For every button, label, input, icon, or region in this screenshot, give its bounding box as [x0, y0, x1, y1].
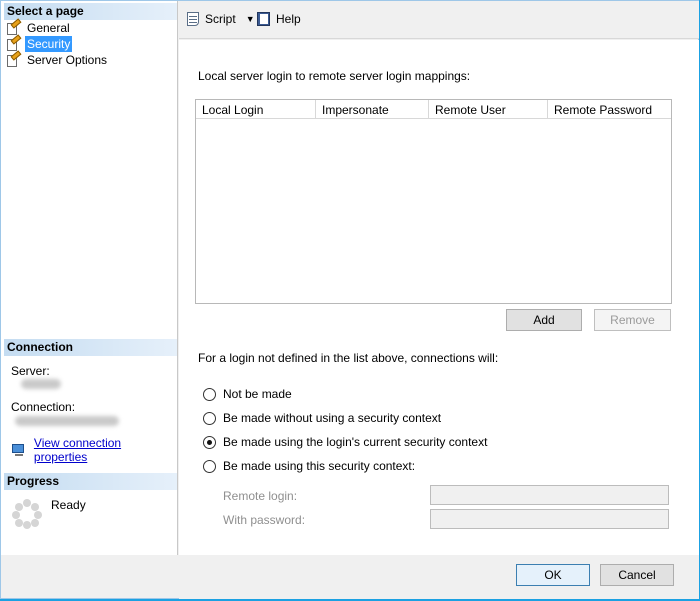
with-password-field[interactable] — [430, 509, 669, 529]
with-password-label: With password: — [223, 513, 306, 527]
radio-this-security-context[interactable]: Be made using this security context: — [203, 459, 415, 473]
server-label: Server: — [11, 364, 50, 378]
radio-button[interactable] — [203, 387, 216, 401]
mappings-label: Local server login to remote server logi… — [198, 69, 471, 83]
linked-server-properties-dialog: Select a page General Security Server Op… — [0, 0, 699, 599]
page-item-server-options[interactable]: Server Options — [6, 50, 109, 68]
page-item-security[interactable]: Security — [6, 34, 73, 52]
toolbar: Script ▼ Help — [179, 1, 699, 39]
chevron-down-icon[interactable]: ▼ — [246, 14, 255, 24]
page-wrench-icon — [6, 18, 22, 35]
view-connection-properties[interactable]: View connection properties — [12, 436, 177, 464]
grid-header: Local Login Impersonate Remote User Remo… — [196, 100, 671, 119]
select-page-header: Select a page — [4, 3, 177, 20]
connection-label: Connection: — [11, 400, 76, 414]
radio-without-security-context[interactable]: Be made without using a security context — [203, 411, 441, 425]
radio-button-checked[interactable] — [203, 435, 216, 449]
column-header-local-login[interactable]: Local Login — [196, 100, 316, 118]
help-button[interactable]: Help — [256, 11, 301, 27]
for-login-label: For a login not defined in the list abov… — [198, 351, 499, 365]
radio-button[interactable] — [203, 459, 216, 473]
radio-label: Not be made — [223, 387, 292, 401]
page-item-label: Security — [25, 36, 73, 52]
script-label: Script — [205, 12, 236, 26]
view-connection-properties-link[interactable]: View connection properties — [34, 436, 177, 464]
column-header-remote-password[interactable]: Remote Password — [548, 100, 671, 118]
ok-button[interactable]: OK — [516, 564, 590, 586]
progress-header: Progress — [4, 473, 177, 490]
radio-label: Be made using the login's current securi… — [223, 435, 488, 449]
page-wrench-icon — [6, 50, 22, 67]
cancel-button[interactable]: Cancel — [600, 564, 674, 586]
help-label: Help — [276, 12, 301, 26]
progress-status: Ready — [51, 498, 86, 512]
script-icon — [185, 11, 201, 27]
network-computer-icon — [12, 443, 28, 457]
page-item-label: General — [27, 21, 70, 35]
radio-button[interactable] — [203, 411, 216, 425]
connection-header: Connection — [4, 339, 177, 356]
remote-login-field[interactable] — [430, 485, 669, 505]
add-button[interactable]: Add — [506, 309, 582, 331]
radio-current-security-context[interactable]: Be made using the login's current securi… — [203, 435, 487, 449]
column-header-impersonate[interactable]: Impersonate — [316, 100, 429, 118]
radio-label: Be made using this security context: — [223, 459, 416, 473]
help-book-icon — [256, 11, 272, 27]
connection-value-redacted — [15, 416, 119, 426]
remove-button[interactable]: Remove — [594, 309, 671, 331]
remote-login-label: Remote login: — [223, 489, 298, 503]
login-mappings-grid[interactable]: Local Login Impersonate Remote User Remo… — [195, 99, 672, 304]
column-header-remote-user[interactable]: Remote User — [429, 100, 548, 118]
radio-not-be-made[interactable]: Not be made — [203, 387, 292, 401]
script-button[interactable]: Script ▼ — [185, 11, 255, 27]
server-value-redacted — [21, 379, 61, 389]
security-page: Local server login to remote server logi… — [179, 40, 699, 555]
page-item-label: Server Options — [27, 53, 108, 67]
progress-spinner-icon — [12, 499, 42, 529]
left-panel: Select a page General Security Server Op… — [1, 1, 178, 555]
dialog-footer: OK Cancel — [179, 555, 699, 599]
page-wrench-icon — [6, 34, 22, 51]
radio-label: Be made without using a security context — [223, 411, 442, 425]
page-item-general[interactable]: General — [6, 18, 72, 36]
